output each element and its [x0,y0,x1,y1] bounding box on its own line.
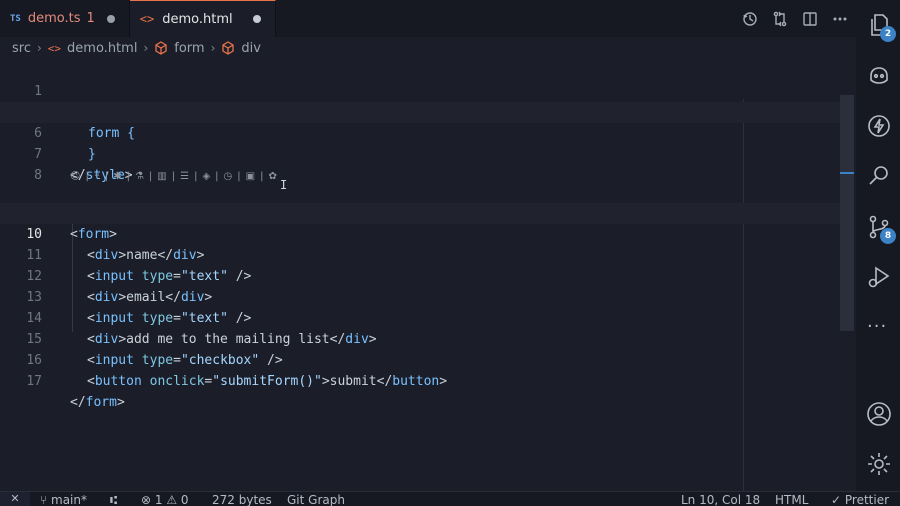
compare-changes-icon[interactable] [772,11,788,27]
tab-demo-ts[interactable]: TS demo.ts 1 [0,0,130,37]
prettier-status[interactable]: ✓ Prettier [831,493,889,506]
error-icon: ⊗ [141,493,155,506]
lightning-icon[interactable] [866,113,892,139]
chevron-right-icon: › [143,41,149,55]
branch-status[interactable]: ⑂ main* [40,493,87,506]
html-icon: <> [139,12,155,26]
more-icon[interactable]: ··· [867,316,887,337]
search-icon[interactable] [866,163,892,189]
run-debug-icon[interactable] [866,264,892,290]
list-icon[interactable]: ☰ [180,171,189,182]
code-line[interactable]: 6 } [0,102,840,162]
code-line[interactable]: 11 <input type="text" /> [0,224,840,284]
unsaved-dot-icon[interactable] [252,15,261,23]
tab-bar: TS demo.ts 1 <> demo.html [0,0,856,37]
trash-icon[interactable]: ▥ [157,171,166,182]
explorer-badge: 2 [880,26,896,42]
split-editor-icon[interactable] [802,11,818,27]
editor-actions [742,0,848,37]
language-mode[interactable]: HTML [775,493,808,506]
code-line[interactable]: 1 <style> [0,60,840,120]
source-control-badge: 8 [880,228,896,244]
warning-icon: ⚠ [162,493,181,506]
code-line[interactable]: 17 </form> [0,350,840,410]
settings-icon[interactable]: ✿ [268,171,276,182]
branch-icon[interactable]: ⑂ [94,171,100,182]
file-size: 272 bytes [212,493,272,506]
unsaved-dot-icon[interactable] [106,14,115,23]
book-icon[interactable]: ▣ [246,171,255,182]
git-graph-button[interactable]: Git Graph [287,493,345,506]
flask-icon[interactable]: ⚗ [135,171,144,182]
timeline-icon[interactable] [742,11,758,27]
code-editor[interactable]: 1 <style> 2 form { 6 } 7 </style> 8 ☺| ⑂… [0,59,856,491]
code-line[interactable]: 2 form { [0,81,840,141]
clock-icon[interactable]: ◷ [224,171,233,182]
tab-label: demo.html [162,11,233,27]
activity-bar: 2 8 ··· [856,0,900,491]
smile-icon[interactable]: ☺ [70,171,80,182]
check-icon: ✓ [831,493,845,506]
code-line[interactable]: 8 [0,144,840,183]
code-line[interactable]: 13 <input type="text" /> [0,266,840,326]
element-icon [155,41,167,55]
sync-icon[interactable]: ⑆ [110,493,117,506]
code-line[interactable]: 9 <form> [0,182,840,242]
status-bar: ✕ ⑂ main* ⑆ ⊗ 1 ⚠ 0 272 bytes Git Graph … [0,491,900,506]
chevron-right-icon: › [210,41,216,55]
remote-icon[interactable]: ✕ [0,492,30,506]
html-icon: <> [47,41,62,55]
tab-demo-html[interactable]: <> demo.html [129,0,276,37]
breadcrumb-item-div[interactable]: div [241,41,261,56]
cursor-position[interactable]: Ln 10, Col 18 [681,493,760,506]
account-icon[interactable] [866,401,892,427]
chevron-right-icon: › [36,41,42,55]
breadcrumb-item-form[interactable]: form [174,41,204,56]
gear-icon[interactable] [866,451,892,477]
more-actions-icon[interactable] [832,11,848,27]
shield-icon[interactable]: ◈ [202,171,210,182]
vertical-scrollbar[interactable] [840,95,854,331]
code-line-current[interactable]: 10 <div>name</div> [0,203,840,263]
bug-icon[interactable]: ✱ [113,171,121,182]
typescript-icon: TS [10,13,21,24]
code-line[interactable]: 14 <div>add me to the mailing list</div> [0,287,840,347]
code-line[interactable]: 12 <div>email</div> [0,245,840,305]
breadcrumb: src › <> demo.html › form › div [0,37,856,59]
problem-count: 1 [86,11,95,26]
code-line[interactable]: 15 <input type="checkbox" /> [0,308,840,368]
copilot-icon[interactable] [866,62,892,88]
problems-status[interactable]: ⊗ 1 ⚠ 0 [141,493,189,506]
tab-label: demo.ts [27,11,81,26]
scrollbar-cursor-marker [840,172,854,174]
breadcrumb-item-file[interactable]: demo.html [67,41,137,56]
code-line[interactable]: 16 <button onclick="submitForm()">submit… [0,329,840,389]
code-line[interactable]: 7 </style> [0,123,840,183]
element-icon [222,41,235,55]
breadcrumb-item-src[interactable]: src [12,41,31,56]
branch-icon: ⑂ [40,493,52,506]
